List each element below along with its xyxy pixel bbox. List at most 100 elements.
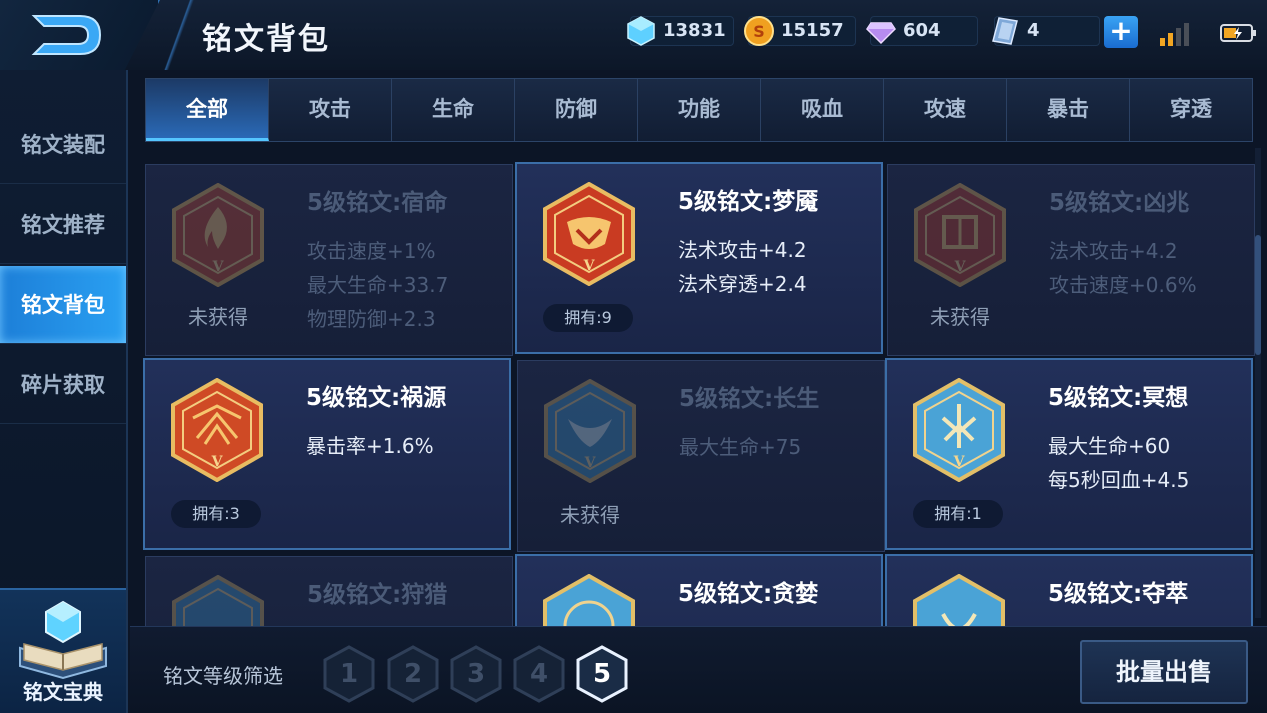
inscription-card[interactable]: V 5级铭文:梦魇 法术攻击+4.2 法术穿透+2.4 拥有:9 — [515, 162, 883, 354]
tab-lifesteal[interactable]: 吸血 — [761, 79, 884, 141]
inscription-name: 5级铭文:凶兆 — [1049, 190, 1190, 216]
codex-button[interactable]: 铭文宝典 — [0, 588, 126, 713]
page-title: 铭文背包 — [202, 22, 330, 57]
inscription-name: 5级铭文:宿命 — [307, 190, 448, 216]
tab-all[interactable]: 全部 — [146, 79, 269, 141]
tab-penetration[interactable]: 穿透 — [1130, 79, 1252, 141]
inscription-stat: 攻击速度+0.6% — [1049, 273, 1197, 297]
gold-balance: S 15157 — [744, 16, 856, 46]
tab-crit[interactable]: 暴击 — [1007, 79, 1130, 141]
not-owned-label: 未获得 — [188, 305, 248, 329]
level-filter-4[interactable]: 4 — [512, 644, 566, 704]
sidebar-item-fragments[interactable]: 碎片获取 — [0, 346, 126, 424]
tab-defense[interactable]: 防御 — [515, 79, 638, 141]
inscription-emblem-icon — [913, 574, 1005, 626]
level-filter-label: 4 — [529, 659, 549, 689]
owned-count-badge: 拥有:9 — [543, 304, 633, 332]
diamond-balance: 13831 — [627, 16, 734, 46]
level-filter-label: 5 — [592, 659, 612, 689]
title-separator — [160, 0, 200, 70]
gold-value: 15157 — [781, 20, 844, 41]
level-filter-label: 2 — [403, 659, 423, 689]
inscription-stat: 每5秒回血+4.5 — [1048, 468, 1190, 492]
level-filter-3[interactable]: 3 — [449, 644, 503, 704]
svg-text:V: V — [954, 259, 967, 275]
card-balance: 4 — [992, 16, 1100, 46]
book-icon — [19, 600, 107, 680]
owned-count-badge: 拥有:3 — [171, 500, 261, 528]
gem-balance: 604 — [866, 16, 978, 46]
inscription-card[interactable]: 5级铭文:贪婪 — [515, 554, 883, 626]
inscription-emblem-icon: V — [914, 183, 1006, 287]
inscription-stat: 最大生命+60 — [1048, 434, 1171, 458]
inscription-name: 5级铭文:长生 — [679, 386, 820, 412]
level-filter-label: 铭文等级筛选 — [163, 664, 283, 688]
svg-text:V: V — [211, 454, 224, 470]
inscription-card[interactable]: 5级铭文:狩猎 — [145, 556, 513, 626]
tab-attack[interactable]: 攻击 — [269, 79, 392, 141]
inscription-stat: 物理防御+2.3 — [307, 307, 436, 331]
purple-gem-icon — [866, 22, 896, 45]
gold-coin-icon: S — [744, 16, 774, 46]
diamond-icon — [627, 16, 655, 46]
diamond-value: 13831 — [663, 20, 726, 41]
level-filter-2[interactable]: 2 — [386, 644, 440, 704]
inscription-grid: V 5级铭文:宿命 攻击速度+1% 最大生命+33.7 物理防御+2.3 未获得… — [143, 148, 1255, 626]
signal-icon — [1160, 23, 1189, 46]
left-sidebar: 铭文装配 铭文推荐 铭文背包 碎片获取 铭文宝典 — [0, 70, 128, 713]
inscription-card[interactable]: V 5级铭文:宿命 攻击速度+1% 最大生命+33.7 物理防御+2.3 未获得 — [145, 164, 513, 356]
card-value: 4 — [1027, 20, 1040, 41]
inscription-name: 5级铭文:夺萃 — [1048, 581, 1189, 607]
svg-text:V: V — [953, 454, 966, 470]
scrollbar-track[interactable] — [1255, 148, 1261, 618]
tab-attack-speed[interactable]: 攻速 — [884, 79, 1007, 141]
tab-utility[interactable]: 功能 — [638, 79, 761, 141]
inscription-emblem-icon — [543, 574, 635, 626]
inscription-stat: 攻击速度+1% — [307, 239, 436, 263]
inscription-stat: 法术攻击+4.2 — [678, 238, 807, 262]
svg-text:V: V — [212, 259, 225, 275]
svg-text:V: V — [583, 258, 596, 274]
svg-text:S: S — [753, 22, 765, 41]
inscription-name: 5级铭文:贪婪 — [678, 581, 819, 607]
inscription-card[interactable]: V 5级铭文:冥想 最大生命+60 每5秒回血+4.5 拥有:1 — [885, 358, 1253, 550]
owned-count-badge: 拥有:1 — [913, 500, 1003, 528]
inscription-emblem-icon: V — [172, 183, 264, 287]
card-icon — [992, 17, 1018, 45]
inscription-stat: 暴击率+1.6% — [306, 434, 434, 458]
inscription-stat: 法术穿透+2.4 — [678, 272, 807, 296]
inscription-emblem-icon — [172, 575, 264, 626]
inscription-card[interactable]: V 5级铭文:长生 最大生命+75 未获得 — [517, 360, 885, 552]
inscription-card[interactable]: V 5级铭文:祸源 暴击率+1.6% 拥有:3 — [143, 358, 511, 550]
inscription-stat: 最大生命+75 — [679, 435, 802, 459]
not-owned-label: 未获得 — [560, 503, 620, 527]
level-filter-label: 1 — [339, 659, 359, 689]
level-filter-1[interactable]: 1 — [322, 644, 376, 704]
svg-text:V: V — [584, 455, 597, 471]
recharge-button[interactable]: + — [1104, 16, 1138, 48]
codex-label: 铭文宝典 — [23, 680, 103, 704]
gem-value: 604 — [903, 20, 941, 41]
tab-health[interactable]: 生命 — [392, 79, 515, 141]
inscription-emblem-icon: V — [543, 182, 635, 286]
batch-sell-button[interactable]: 批量出售 — [1080, 640, 1248, 704]
inscription-name: 5级铭文:祸源 — [306, 385, 447, 411]
top-bar: 铭文背包 13831 S 15157 604 4 + — [0, 0, 1267, 70]
inscription-emblem-icon: V — [171, 378, 263, 482]
back-button[interactable] — [0, 0, 160, 70]
inscription-stat: 最大生命+33.7 — [307, 273, 449, 297]
inscription-card[interactable]: 5级铭文:夺萃 — [885, 554, 1253, 626]
inscription-card[interactable]: V 5级铭文:凶兆 法术攻击+4.2 攻击速度+0.6% 未获得 — [887, 164, 1255, 356]
scrollbar-thumb[interactable] — [1255, 235, 1261, 355]
not-owned-label: 未获得 — [930, 305, 990, 329]
category-tabs: 全部 攻击 生命 防御 功能 吸血 攻速 暴击 穿透 — [145, 78, 1253, 142]
back-arrow-icon — [31, 15, 102, 55]
inscription-emblem-icon: V — [913, 378, 1005, 482]
sidebar-item-backpack[interactable]: 铭文背包 — [0, 266, 126, 344]
sidebar-item-equip[interactable]: 铭文装配 — [0, 106, 126, 184]
battery-icon — [1220, 24, 1256, 42]
inscription-name: 5级铭文:冥想 — [1048, 385, 1189, 411]
sidebar-item-recommend[interactable]: 铭文推荐 — [0, 186, 126, 264]
level-filter-label: 3 — [466, 659, 486, 689]
level-filter-5[interactable]: 5 — [575, 644, 629, 704]
